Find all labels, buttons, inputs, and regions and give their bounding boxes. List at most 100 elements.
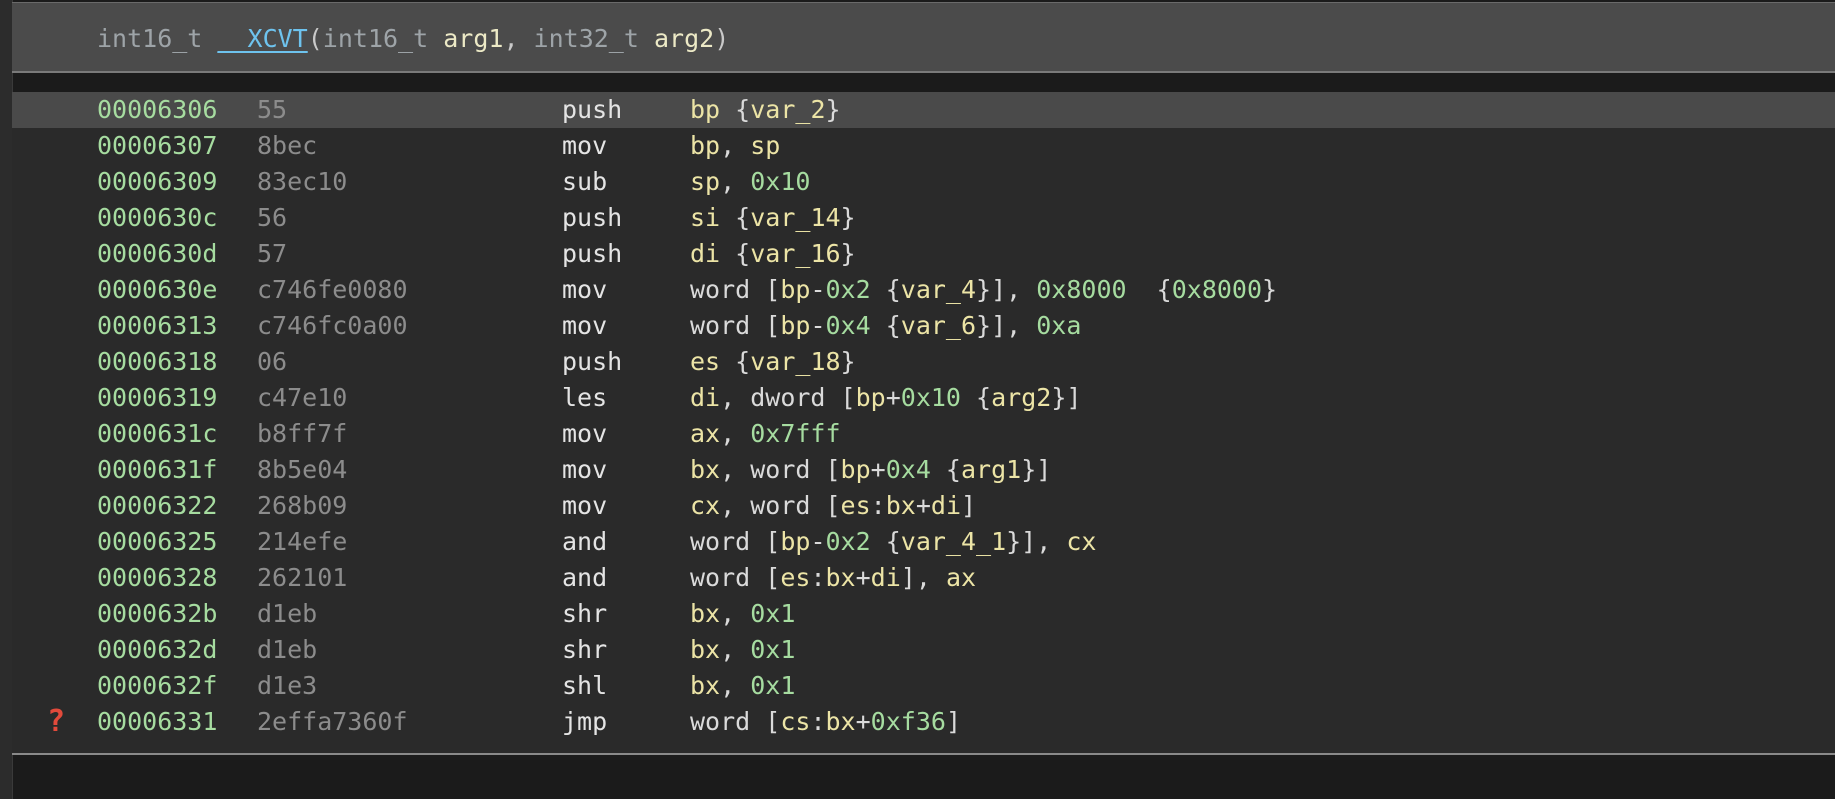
unresolved-jump-icon[interactable]: ? [42, 704, 70, 740]
instruction-address[interactable]: 0000632d [97, 632, 217, 668]
operand-register[interactable]: bp [780, 527, 810, 556]
instruction-address[interactable]: 00006322 [97, 488, 217, 524]
operand-register[interactable]: bp [856, 383, 886, 412]
operand-variable[interactable]: arg2 [991, 383, 1051, 412]
instruction-mnemonic[interactable]: push [562, 236, 622, 272]
instruction-row[interactable]: 0000630e c746fe0080 mov word [bp-0x2 {var_4… [12, 272, 1835, 308]
operand-register[interactable]: bx [826, 707, 856, 736]
instruction-row[interactable]: 00006306 55 push bp {var_2} [12, 92, 1835, 128]
instruction-mnemonic[interactable]: and [562, 560, 607, 596]
instruction-mnemonic[interactable]: push [562, 92, 622, 128]
instruction-row[interactable]: 0000630d 57 push di {var_16} [12, 236, 1835, 272]
instruction-address[interactable]: 00006331 [97, 704, 217, 740]
instruction-mnemonic[interactable]: push [562, 344, 622, 380]
operand-number[interactable]: 0x8000 [1036, 275, 1126, 304]
operand-number[interactable]: 0xa [1036, 311, 1081, 340]
operand-register[interactable]: cs [780, 707, 810, 736]
operand-number[interactable]: 0x7fff [750, 419, 840, 448]
instruction-address[interactable]: 0000631c [97, 416, 217, 452]
instruction-mnemonic[interactable]: mov [562, 308, 607, 344]
signature-arg[interactable]: arg2 [654, 24, 714, 53]
operand-register[interactable]: di [690, 239, 720, 268]
instruction-mnemonic[interactable]: shr [562, 632, 607, 668]
operand-number[interactable]: 0x1 [750, 671, 795, 700]
instruction-address[interactable]: 00006306 [97, 92, 217, 128]
operand-variable[interactable]: var_14 [750, 203, 840, 232]
instruction-mnemonic[interactable]: shr [562, 596, 607, 632]
operand-register[interactable]: di [690, 383, 720, 412]
instruction-mnemonic[interactable]: les [562, 380, 607, 416]
function-name[interactable]: __XCVT [217, 24, 307, 53]
operand-number[interactable]: 0x1 [750, 635, 795, 664]
instruction-row[interactable]: 0000631c b8ff7f mov ax, 0x7fff [12, 416, 1835, 452]
operand-register[interactable]: bp [690, 95, 720, 124]
instruction-row[interactable]: 00006313 c746fc0a00 mov word [bp-0x4 {var_6… [12, 308, 1835, 344]
operand-variable[interactable]: var_4 [901, 275, 976, 304]
operand-register[interactable]: bp [841, 455, 871, 484]
operand-register[interactable]: bp [780, 275, 810, 304]
operand-number[interactable]: 0x4 [886, 455, 931, 484]
instruction-row[interactable]: 00006318 06 push es {var_18} [12, 344, 1835, 380]
operand-number[interactable]: 0x1 [750, 599, 795, 628]
instruction-address[interactable]: 00006309 [97, 164, 217, 200]
instruction-row[interactable]: ? 00006331 2effa7360f jmp word [cs:bx+0xf36] [12, 704, 1835, 740]
instruction-row[interactable]: 00006309 83ec10 sub sp, 0x10 [12, 164, 1835, 200]
operand-register[interactable]: bx [826, 563, 856, 592]
operand-register[interactable]: bx [886, 491, 916, 520]
operand-variable[interactable]: var_18 [750, 347, 840, 376]
operand-number[interactable]: 0x8000 [1172, 275, 1262, 304]
instruction-row[interactable]: 00006319 c47e10 les di, dword [bp+0x10 {arg… [12, 380, 1835, 416]
operand-number[interactable]: 0x10 [750, 167, 810, 196]
operand-number[interactable]: 0x4 [826, 311, 871, 340]
operand-variable[interactable]: var_4_1 [901, 527, 1006, 556]
operand-register[interactable]: ax [690, 419, 720, 448]
operand-register[interactable]: sp [750, 131, 780, 160]
operand-variable[interactable]: arg1 [961, 455, 1021, 484]
instruction-mnemonic[interactable]: mov [562, 128, 607, 164]
instruction-address[interactable]: 00006313 [97, 308, 217, 344]
function-signature[interactable]: int16_t __XCVT(int16_t arg1, int32_t arg… [97, 3, 729, 74]
operand-register[interactable]: si [690, 203, 720, 232]
instruction-row[interactable]: 00006322 268b09 mov cx, word [es:bx+di] [12, 488, 1835, 524]
operand-variable[interactable]: var_16 [750, 239, 840, 268]
instruction-mnemonic[interactable]: mov [562, 272, 607, 308]
instruction-address[interactable]: 00006318 [97, 344, 217, 380]
operand-register[interactable]: cx [690, 491, 720, 520]
operand-register[interactable]: di [871, 563, 901, 592]
instruction-mnemonic[interactable]: push [562, 200, 622, 236]
operand-variable[interactable]: var_6 [901, 311, 976, 340]
operand-register[interactable]: bp [690, 131, 720, 160]
instruction-row[interactable]: 0000632b d1eb shr bx, 0x1 [12, 596, 1835, 632]
operand-register[interactable]: es [841, 491, 871, 520]
operand-register[interactable]: bx [690, 635, 720, 664]
instruction-address[interactable]: 00006319 [97, 380, 217, 416]
instruction-address[interactable]: 0000630e [97, 272, 217, 308]
operand-register[interactable]: es [780, 563, 810, 592]
instruction-address[interactable]: 0000632b [97, 596, 217, 632]
instruction-row[interactable]: 00006307 8bec mov bp, sp [12, 128, 1835, 164]
operand-variable[interactable]: var_2 [750, 95, 825, 124]
operand-register[interactable]: ax [946, 563, 976, 592]
instruction-mnemonic[interactable]: mov [562, 452, 607, 488]
instruction-mnemonic[interactable]: mov [562, 488, 607, 524]
instruction-address[interactable]: 00006307 [97, 128, 217, 164]
operand-register[interactable]: di [931, 491, 961, 520]
operand-number[interactable]: 0x2 [826, 275, 871, 304]
operand-register[interactable]: sp [690, 167, 720, 196]
operand-register[interactable]: bx [690, 671, 720, 700]
instruction-mnemonic[interactable]: sub [562, 164, 607, 200]
signature-arg[interactable]: arg1 [443, 24, 503, 53]
operand-register[interactable]: bx [690, 455, 720, 484]
instruction-address[interactable]: 0000630d [97, 236, 217, 272]
instruction-row[interactable]: 00006325 214efe and word [bp-0x2 {var_4_1}]… [12, 524, 1835, 560]
instruction-mnemonic[interactable]: shl [562, 668, 607, 704]
instruction-row[interactable]: 0000632f d1e3 shl bx, 0x1 [12, 668, 1835, 704]
operand-number[interactable]: 0xf36 [871, 707, 946, 736]
instruction-row[interactable]: 0000630c 56 push si {var_14} [12, 200, 1835, 236]
instruction-address[interactable]: 00006328 [97, 560, 217, 596]
instruction-address[interactable]: 00006325 [97, 524, 217, 560]
instruction-address[interactable]: 0000631f [97, 452, 217, 488]
operand-register[interactable]: bp [780, 311, 810, 340]
instruction-row[interactable]: 0000631f 8b5e04 mov bx, word [bp+0x4 {arg1}… [12, 452, 1835, 488]
instruction-row[interactable]: 00006328 262101 and word [es:bx+di], ax [12, 560, 1835, 596]
